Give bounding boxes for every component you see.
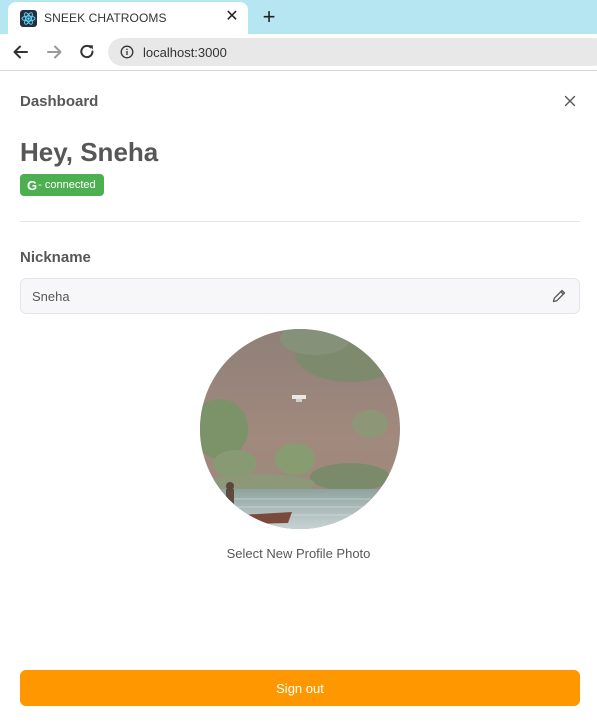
browser-tab[interactable]: SNEEK CHATROOMS ✕: [8, 2, 248, 34]
close-icon[interactable]: [562, 93, 578, 109]
divider: [20, 221, 580, 222]
select-profile-photo-label[interactable]: Select New Profile Photo: [0, 546, 597, 561]
browser-tabstrip: SNEEK CHATROOMS ✕ +: [0, 0, 597, 34]
url-text: localhost:3000: [143, 45, 227, 60]
dashboard-title: Dashboard: [20, 93, 99, 110]
forward-arrow-icon[interactable]: [44, 42, 64, 62]
info-icon[interactable]: [120, 45, 134, 59]
reload-icon[interactable]: [77, 42, 97, 62]
sign-out-button[interactable]: Sign out: [20, 670, 580, 706]
profile-avatar[interactable]: [200, 329, 400, 529]
tab-close-icon[interactable]: ✕: [224, 9, 240, 25]
new-tab-plus-icon[interactable]: +: [258, 6, 280, 28]
tab-title: SNEEK CHATROOMS: [44, 11, 167, 25]
nickname-field[interactable]: Sneha: [20, 278, 580, 314]
google-connected-badge: G - connected: [20, 174, 104, 196]
back-arrow-icon[interactable]: [11, 42, 31, 62]
greeting-heading: Hey, Sneha: [20, 137, 159, 167]
badge-text: - connected: [38, 179, 96, 191]
browser-toolbar: localhost:3000: [0, 34, 597, 71]
address-bar[interactable]: localhost:3000: [108, 38, 597, 66]
nickname-value: Sneha: [32, 289, 70, 304]
react-favicon-icon: [20, 10, 37, 27]
nickname-label: Nickname: [20, 249, 91, 266]
google-icon: G: [27, 177, 38, 193]
pencil-icon[interactable]: [551, 288, 567, 304]
